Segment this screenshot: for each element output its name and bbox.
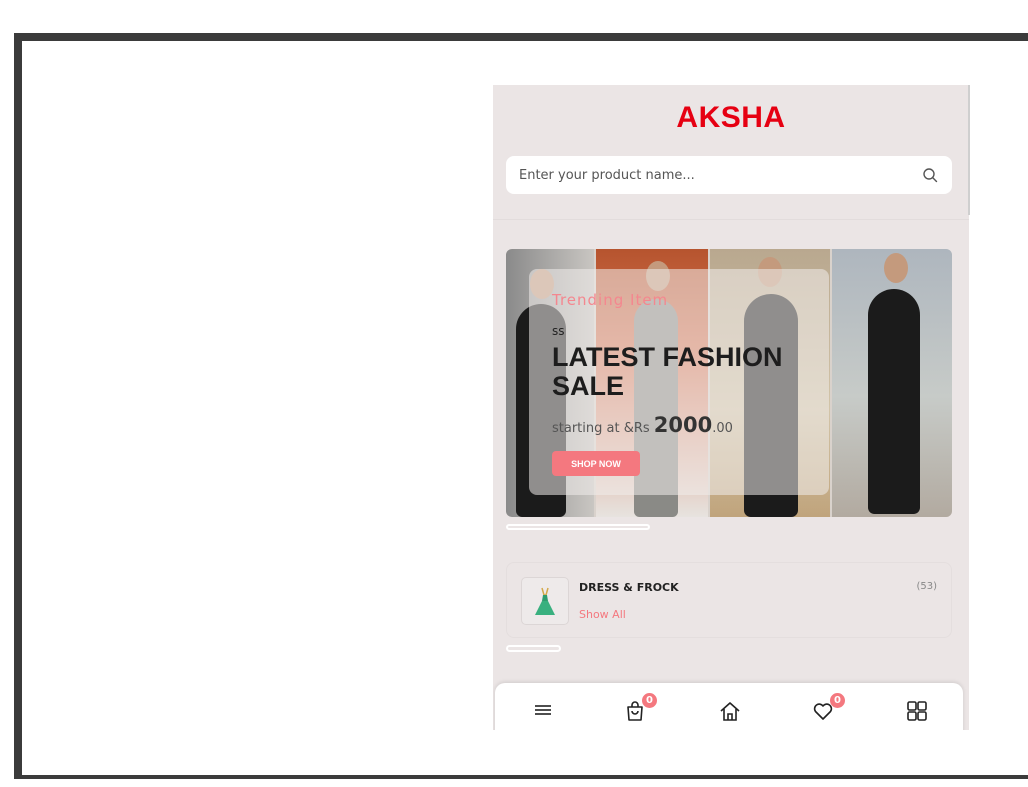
cart-button[interactable]: 0 <box>615 693 657 727</box>
bottom-nav: 0 0 <box>495 683 963 730</box>
wishlist-button[interactable]: 0 <box>803 693 845 727</box>
wishlist-count-badge: 0 <box>830 693 845 708</box>
dress-icon <box>535 587 555 615</box>
category-count: (53) <box>916 581 937 592</box>
grid-icon <box>907 701 927 721</box>
home-icon <box>720 702 740 721</box>
show-all-link[interactable]: Show All <box>579 608 626 621</box>
search-bar <box>506 156 952 194</box>
page-scrollbar[interactable] <box>968 85 970 215</box>
banner-subtitle: Trending Item <box>552 291 669 309</box>
home-button[interactable] <box>710 693 750 727</box>
app-screen: AKSHA Trending Item ss LATEST <box>493 85 969 730</box>
categories-button[interactable] <box>897 693 937 727</box>
banner-headline: LATEST FASHION SALE <box>552 342 783 401</box>
menu-button[interactable] <box>523 693 563 727</box>
banner-price: starting at &Rs 2000.00 <box>552 413 733 437</box>
category-name: DRESS & FROCK <box>579 581 679 594</box>
banner-scroll-indicator[interactable] <box>506 524 650 530</box>
price-main: 2000 <box>653 413 713 437</box>
header: AKSHA <box>493 85 969 220</box>
banner-photo <box>832 249 952 517</box>
price-decimal: .00 <box>712 421 733 436</box>
search-input[interactable] <box>519 156 899 194</box>
hero-banner[interactable]: Trending Item ss LATEST FASHION SALE sta… <box>506 249 952 517</box>
cart-count-badge: 0 <box>642 693 657 708</box>
logo[interactable]: AKSHA <box>493 101 969 135</box>
menu-icon <box>535 705 551 715</box>
price-prefix: starting at &Rs <box>552 421 650 436</box>
category-scroll-indicator[interactable] <box>506 645 561 652</box>
banner-tag: ss <box>552 324 565 338</box>
category-card[interactable]: DRESS & FROCK Show All (53) <box>506 562 952 638</box>
search-icon[interactable] <box>922 167 938 183</box>
category-thumbnail <box>521 577 569 625</box>
shop-now-button[interactable]: SHOP NOW <box>552 451 640 476</box>
